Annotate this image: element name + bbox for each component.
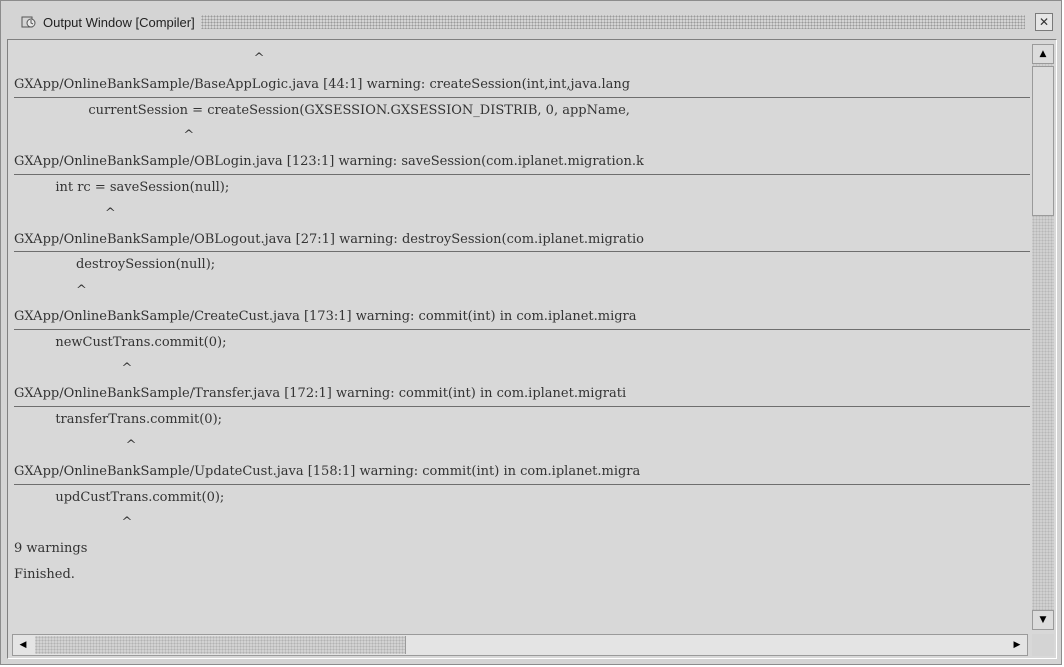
horizontal-scrollbar[interactable]: ◀ ▶ — [12, 634, 1028, 656]
caret-marker-line: ^ — [14, 128, 195, 144]
warning-line: GXApp/OnlineBankSample/OBLogout.java [27… — [14, 227, 1030, 253]
horizontal-scroll-thumb[interactable] — [35, 636, 406, 654]
title-bar[interactable]: Output Window [Compiler] ✕ — [7, 7, 1057, 37]
source-code-line: updCustTrans.commit(0); — [14, 489, 225, 505]
output-window: Output Window [Compiler] ✕ ^ GXApp/Online… — [0, 0, 1062, 665]
summary-line: Finished. — [14, 566, 75, 582]
window-title: Output Window [Compiler] — [43, 14, 195, 30]
title-bar-grip — [200, 15, 1025, 29]
warning-line: GXApp/OnlineBankSample/UpdateCust.java [… — [14, 459, 1030, 485]
scroll-down-button[interactable]: ▼ — [1032, 610, 1054, 630]
caret-marker-line: ^ — [14, 515, 133, 531]
summary-line: 9 warnings — [14, 541, 88, 557]
arrow-up-icon: ▲ — [1039, 49, 1047, 59]
caret-marker-line: ^ — [14, 437, 137, 453]
scroll-up-button[interactable]: ▲ — [1032, 44, 1054, 64]
arrow-left-icon: ◀ — [19, 640, 27, 650]
output-pane: ^ GXApp/OnlineBankSample/BaseAppLogic.jav… — [7, 39, 1057, 659]
warning-line: GXApp/OnlineBankSample/CreateCust.java [… — [14, 304, 1030, 330]
scrollbar-corner — [1032, 634, 1054, 656]
compiler-output-text[interactable]: ^ GXApp/OnlineBankSample/BaseAppLogic.jav… — [14, 46, 1030, 630]
caret-marker-line: ^ — [14, 360, 133, 376]
source-code-line: transferTrans.commit(0); — [14, 412, 223, 428]
warning-line: GXApp/OnlineBankSample/Transfer.java [17… — [14, 381, 1030, 408]
scroll-left-button[interactable]: ◀ — [13, 635, 33, 655]
caret-marker-line: ^ — [14, 283, 87, 299]
source-code-line: int rc = saveSession(null); — [14, 179, 230, 195]
vertical-scrollbar[interactable]: ▲ ▼ — [1032, 44, 1054, 630]
close-icon: ✕ — [1038, 15, 1050, 29]
arrow-right-icon: ▶ — [1013, 640, 1021, 650]
source-code-line: currentSession = createSession(GXSESSION… — [14, 102, 630, 118]
output-window-icon — [21, 14, 37, 30]
caret-marker-line: ^ — [14, 205, 116, 221]
scroll-right-button[interactable]: ▶ — [1007, 635, 1027, 655]
source-code-line: newCustTrans.commit(0); — [14, 334, 227, 350]
warning-line: GXApp/OnlineBankSample/OBLogin.java [123… — [14, 149, 1030, 175]
arrow-down-icon: ▼ — [1039, 615, 1047, 625]
close-button[interactable]: ✕ — [1035, 13, 1053, 31]
vertical-scroll-thumb[interactable] — [1032, 66, 1054, 216]
source-code-line: destroySession(null); — [14, 257, 216, 273]
warning-line: GXApp/OnlineBankSample/BaseAppLogic.java… — [14, 72, 1030, 98]
caret-marker-line: ^ — [14, 51, 265, 66]
